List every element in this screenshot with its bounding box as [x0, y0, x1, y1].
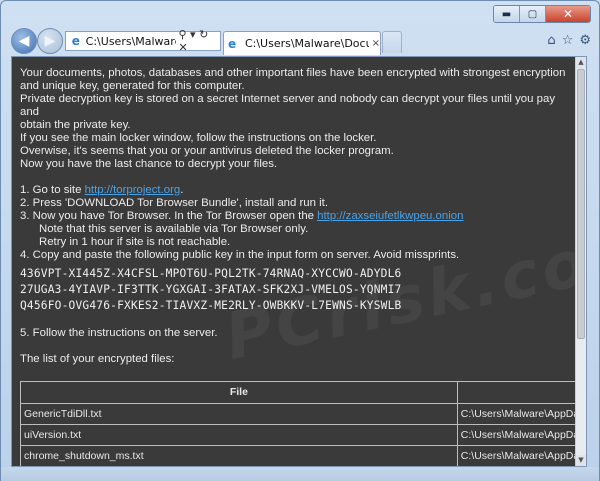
file-name-cell: chrome_shutdown_ms.txt	[20, 445, 458, 466]
step-3-text: 3. Now you have Tor Browser. In the Tor …	[20, 210, 318, 222]
scrollbar-thumb[interactable]	[577, 69, 585, 339]
address-controls[interactable]: ⚲ ▾ ↻ ✕	[179, 28, 221, 54]
column-header-path	[456, 381, 576, 404]
public-key-line: 436VPT-XI445Z-X4CFSL-MPOT6U-PQL2TK-74RNA…	[20, 267, 402, 280]
ransom-note: Your documents, photos, databases and ot…	[12, 57, 576, 466]
public-key-line: 27UGA3-4YIAVP-IF3TTK-YGXGAI-3FATAX-SFK2X…	[20, 283, 402, 296]
torproject-link[interactable]: http://torproject.org	[85, 184, 181, 196]
public-key: 436VPT-XI445Z-X4CFSL-MPOT6U-PQL2TK-74RNA…	[20, 266, 568, 314]
encrypted-files-table: File GenericTdiDll.txt C:\Users\Malware\…	[20, 381, 576, 466]
new-tab-button[interactable]	[382, 31, 402, 53]
step-1-text: 1. Go to site	[20, 184, 85, 196]
intro-line: Overwise, it's seems that you or your an…	[20, 145, 394, 157]
intro-line: Your documents, photos, databases and ot…	[20, 67, 566, 79]
table-row: GenericTdiDll.txt C:\Users\Malware\AppDa…	[20, 403, 576, 425]
ie-page-icon: e	[71, 34, 80, 48]
file-name-cell: GenericTdiDll.txt	[20, 403, 458, 425]
file-path-cell: C:\Users\Malware\AppData	[456, 424, 576, 446]
favorites-star-icon[interactable]: ☆	[562, 33, 574, 48]
instructions: 1. Go to site http://torproject.org. 2. …	[20, 184, 568, 262]
vertical-scrollbar[interactable]: ▲ ▼	[575, 57, 586, 466]
files-heading: The list of your encrypted files:	[20, 353, 175, 365]
maximize-button[interactable]: ▢	[520, 6, 546, 22]
public-key-line: Q456FO-OVG476-FXKES2-TIAVXZ-ME2RLY-OWBKK…	[20, 299, 402, 312]
intro-line: Private decryption key is stored on a se…	[20, 93, 556, 118]
tab-current[interactable]: e C:\Users\Malware\Docume... ×	[223, 31, 381, 55]
close-button[interactable]: ✕	[546, 6, 590, 22]
toolbar-icons: ⌂ ☆ ⚙	[547, 33, 591, 48]
navigation-bar: ◀ ▶ e C:\Users\Malware\ ⚲ ▾ ↻ ✕ e C:\Use…	[1, 27, 599, 57]
intro-line: If you see the main locker window, follo…	[20, 132, 377, 144]
file-path-cell: C:\Users\Malware\AppData	[456, 403, 576, 425]
browser-window: ▬ ▢ ✕ ◀ ▶ e C:\Users\Malware\ ⚲ ▾ ↻ ✕ e …	[0, 0, 600, 481]
arrow-right-icon: ▶	[44, 33, 56, 49]
file-path-cell: C:\Users\Malware\AppData	[456, 445, 576, 466]
step-1: 1. Go to site http://torproject.org.	[20, 184, 568, 197]
table-row: chrome_shutdown_ms.txt C:\Users\Malware\…	[20, 445, 576, 466]
tab-close-icon[interactable]: ×	[372, 38, 380, 49]
intro-text: Your documents, photos, databases and ot…	[20, 67, 568, 171]
gear-icon[interactable]: ⚙	[579, 33, 591, 48]
back-button[interactable]: ◀	[11, 28, 37, 54]
page-viewport: Your documents, photos, databases and ot…	[11, 56, 587, 467]
onion-link[interactable]: http://zaxseiufetlkwpeu.onion	[317, 210, 463, 222]
column-header-file: File	[20, 381, 458, 404]
address-bar[interactable]: e C:\Users\Malware\ ⚲ ▾ ↻ ✕	[65, 28, 221, 54]
step-5: 5. Follow the instructions on the server…	[20, 327, 218, 339]
step-4: 4. Copy and paste the following public k…	[20, 249, 460, 261]
tab-title: C:\Users\Malware\Docume...	[244, 37, 369, 50]
scroll-down-icon[interactable]: ▼	[576, 455, 586, 466]
window-bottom-frame	[1, 467, 599, 481]
address-url: C:\Users\Malware\	[85, 34, 176, 48]
step-3: 3. Now you have Tor Browser. In the Tor …	[20, 210, 568, 223]
intro-line: and unique key, generated for this compu…	[20, 80, 245, 92]
table-header-row: File	[20, 381, 576, 404]
home-icon[interactable]: ⌂	[547, 33, 555, 48]
step-3-note: Retry in 1 hour if site is not reachable…	[39, 236, 231, 248]
step-1-suffix: .	[180, 184, 184, 196]
table-row: uiVersion.txt C:\Users\Malware\AppData	[20, 424, 576, 446]
window-caption-buttons: ▬ ▢ ✕	[493, 5, 591, 23]
scroll-up-icon[interactable]: ▲	[576, 57, 586, 68]
step-2: 2. Press 'DOWNLOAD Tor Browser Bundle', …	[20, 197, 329, 209]
ie-tab-icon: e	[228, 36, 237, 51]
intro-line: obtain the private key.	[20, 119, 131, 131]
file-name-cell: uiVersion.txt	[20, 424, 458, 446]
arrow-left-icon: ◀	[18, 33, 30, 49]
forward-button[interactable]: ▶	[37, 28, 63, 54]
minimize-button[interactable]: ▬	[494, 6, 520, 22]
intro-line: Now you have the last chance to decrypt …	[20, 158, 278, 170]
step-3-note: Note that this server is available via T…	[39, 223, 309, 235]
